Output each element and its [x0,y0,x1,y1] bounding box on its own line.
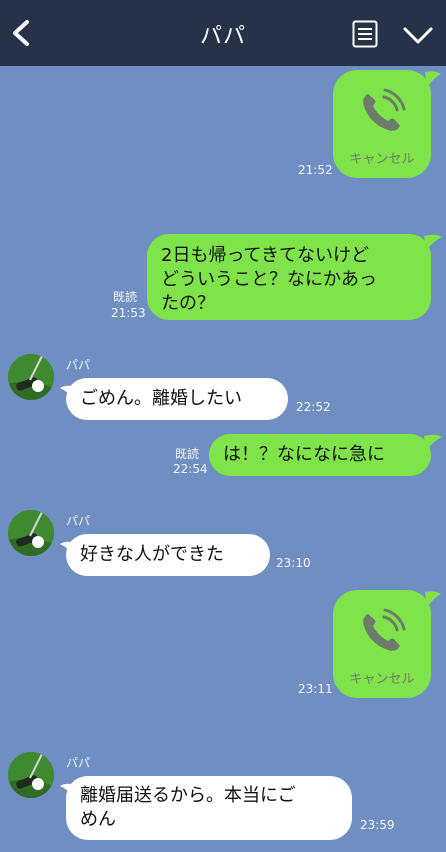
sender-name: パパ [66,756,91,770]
sender-avatar[interactable] [8,354,54,400]
read-receipt: 既読 [113,290,138,304]
note-list-icon[interactable] [352,20,378,48]
sender-name: パパ [66,358,91,372]
time-stamp: 23:11 [298,682,333,696]
time-stamp: 22:54 [173,462,208,476]
sender-name: パパ [66,514,91,528]
time-stamp: 21:52 [298,163,333,177]
message-text: は！？なになに急に [223,444,385,465]
time-stamp: 22:52 [296,400,331,414]
golf-ball-avatar-icon [8,752,54,798]
call-bubble[interactable]: キャンセル [333,590,431,698]
chat-title: パパ [199,24,246,49]
call-label: キャンセル [349,152,415,167]
golf-ball-avatar-icon [8,510,54,556]
own-call-message-1[interactable]: キャンセル [333,70,443,180]
message-line: めん [80,809,116,830]
other-text-bubble-7[interactable]: 離婚届送るから。本当にご めん [66,776,352,840]
sender-avatar[interactable] [8,752,54,798]
phone-missed-icon [363,608,406,651]
message-line: 離婚届送るから。本当にご [80,785,296,806]
message-text: 好きな人ができた [80,544,224,565]
chevron-down-icon[interactable] [403,27,433,45]
golf-ball-avatar-icon [8,354,54,400]
time-stamp: 23:10 [276,556,311,570]
message-line: たの？ [161,293,215,314]
message-line: 2日も帰ってきてないけど [161,245,370,266]
read-receipt: 既読 [175,447,200,461]
phone-missed-icon [363,88,406,131]
message-text: ごめん。離婚したい [80,388,242,409]
message-line: どういうこと？なにかあっ [161,269,377,290]
sender-avatar[interactable] [8,510,54,556]
time-stamp: 21:53 [111,306,146,320]
call-bubble[interactable]: キャンセル [333,70,431,178]
own-text-bubble-2[interactable]: 2日も帰ってきてないけど どういうこと？なにかあっ たの？ [147,234,431,320]
call-label: キャンセル [349,672,415,687]
other-text-bubble-5[interactable]: 好きな人ができた [66,534,270,576]
own-text-bubble-4[interactable]: は！？なになに急に [209,434,431,476]
other-text-bubble-3[interactable]: ごめん。離婚したい [66,378,288,420]
chat-header: パパ [0,0,446,66]
time-stamp: 23:59 [360,818,395,832]
own-call-message-6[interactable]: キャンセル [333,590,443,700]
